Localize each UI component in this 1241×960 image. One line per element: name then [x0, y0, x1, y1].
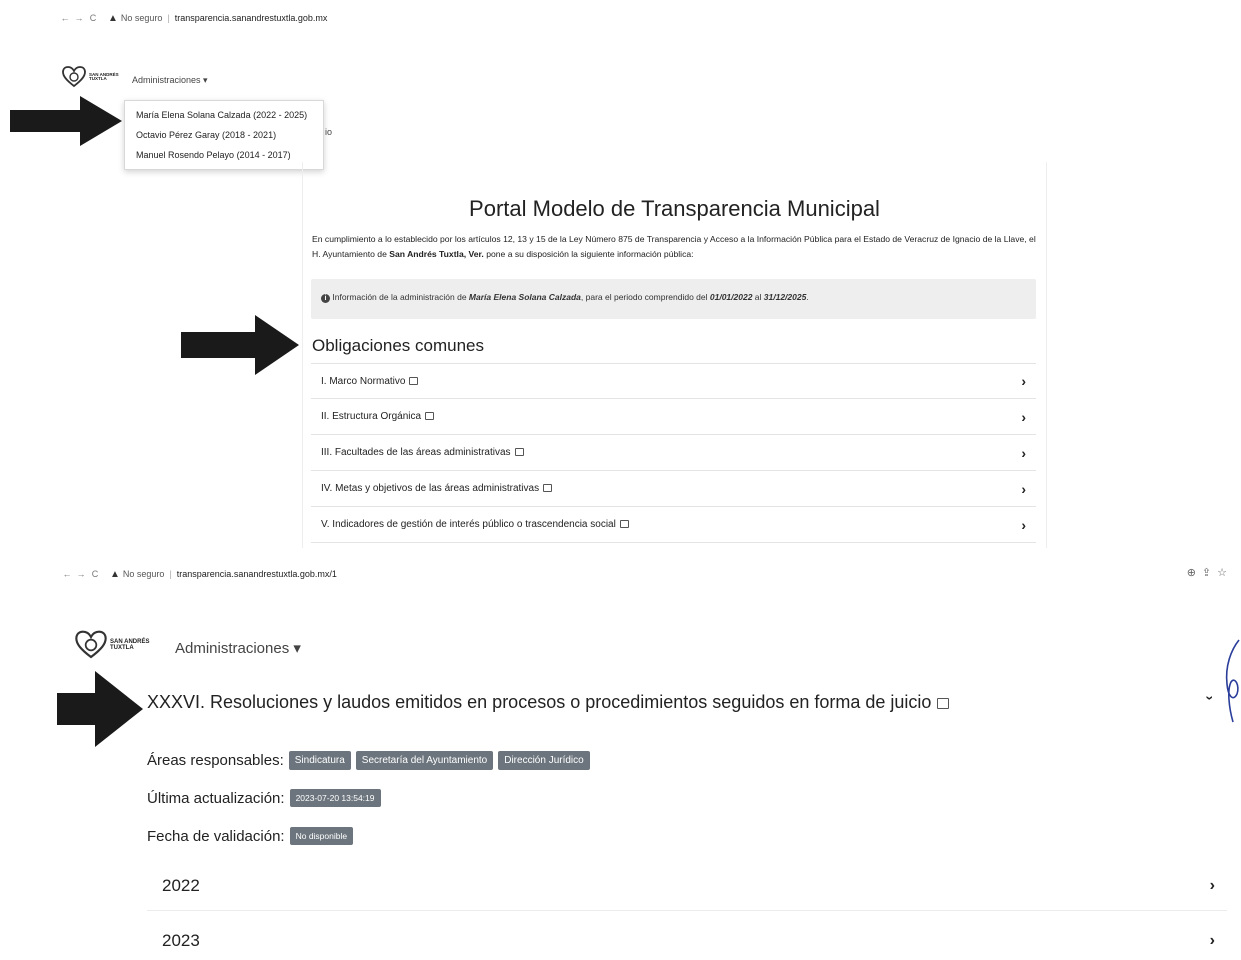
year-label: 2022 [162, 875, 200, 895]
browser-action-icons: ⊕⇪☆ [1187, 566, 1233, 579]
pointer-arrow-icon [10, 96, 122, 146]
url-separator: | [169, 569, 172, 579]
forward-icon[interactable]: → [74, 569, 88, 579]
area-badge: Secretaría del Ayuntamiento [355, 751, 494, 770]
chevron-right-icon: › [1021, 373, 1026, 389]
area-badge: Sindicatura [288, 751, 351, 770]
reload-icon[interactable]: C [86, 13, 100, 23]
external-link-icon [425, 412, 435, 420]
heart-logo-icon [62, 66, 86, 88]
star-icon[interactable]: ☆ [1217, 567, 1233, 579]
obligation-item[interactable]: I. Marco Normativo › [311, 363, 1036, 399]
obligations-heading: Obligaciones comunes [312, 336, 484, 355]
url-separator: | [167, 13, 170, 23]
administrations-dropdown-toggle[interactable]: Administraciones ▾ [132, 75, 208, 86]
updated-label: Última actualización: [147, 789, 285, 807]
site-logo[interactable]: SAN ANDRÉS TUXTLA [75, 630, 149, 660]
obligation-item[interactable]: III. Facultades de las áreas administrat… [311, 435, 1036, 471]
handwritten-signature [1225, 639, 1240, 723]
zoom-icon[interactable]: ⊕ [1187, 567, 1202, 579]
chevron-right-icon: › [1021, 408, 1026, 425]
chevron-right-icon: › [1021, 516, 1026, 533]
areas-field: Áreas responsables: Sindicatura Secretar… [147, 751, 590, 770]
warning-icon: ▲ [110, 568, 120, 580]
obligations-list: I. Marco Normativo › II. Estructura Orgán… [311, 363, 1036, 543]
obligation-item[interactable]: V. Indicadores de gestión de interés púb… [311, 507, 1036, 543]
behind-dropdown-text: io [325, 127, 333, 137]
url-text[interactable]: transparencia.sanandrestuxtla.gob.mx [175, 13, 328, 23]
chevron-down-icon[interactable]: › [1202, 696, 1218, 701]
insecure-label: No seguro [120, 13, 163, 23]
area-badge: Dirección Jurídico [498, 751, 590, 770]
chevron-right-icon: › [1021, 444, 1026, 461]
browser-address-bar-bottom: ← → C ▲ No seguro | transparencia.sanand… [60, 564, 337, 584]
page-title: Portal Modelo de Transparencia Municipal [469, 196, 880, 221]
dropdown-item-perez[interactable]: Octavio Pérez Garay (2018 - 2021) [125, 125, 323, 145]
section-title: XXXVI. Resoluciones y laudos emitidos en… [147, 692, 950, 713]
administrations-dropdown-toggle[interactable]: Administraciones ▾ [175, 639, 301, 657]
url-text[interactable]: transparencia.sanandrestuxtla.gob.mx/1 [177, 569, 337, 579]
insecure-label: No seguro [122, 569, 165, 579]
obligation-item[interactable]: II. Estructura Orgánica › [311, 399, 1036, 435]
info-circle-icon: i [321, 294, 330, 303]
obligation-item[interactable]: IV. Metas y objetivos de las áreas admin… [311, 471, 1036, 507]
updated-field: Última actualización: 2023-07-20 13:54:1… [147, 789, 381, 807]
dropdown-item-solana[interactable]: María Elena Solana Calzada (2022 - 2025) [125, 105, 323, 125]
chevron-right-icon: › [1209, 876, 1215, 894]
dropdown-item-rosendo[interactable]: Manuel Rosendo Pelayo (2014 - 2017) [125, 145, 323, 165]
validation-badge: No disponible [289, 827, 354, 845]
year-row[interactable]: 2022 › [147, 861, 1227, 911]
external-link-icon [514, 448, 524, 456]
pointer-arrow-icon [57, 671, 143, 747]
browser-address-bar-top: ← → C ▲ No seguro | transparencia.sanand… [58, 8, 328, 28]
updated-badge: 2023-07-20 13:54:19 [289, 789, 381, 807]
chevron-right-icon: › [1021, 480, 1026, 497]
logo-text-line2: TUXTLA [110, 645, 134, 651]
external-link-icon[interactable] [937, 698, 950, 709]
administration-info-box: i Información de la administración de Ma… [311, 279, 1036, 319]
back-icon[interactable]: ← [58, 13, 72, 23]
reload-icon[interactable]: C [88, 569, 102, 579]
pointer-arrow-icon [181, 315, 299, 375]
share-icon[interactable]: ⇪ [1202, 567, 1217, 579]
warning-icon: ▲ [108, 12, 118, 24]
logo-text-line2: TUXTLA [89, 76, 107, 81]
areas-label: Áreas responsables: [147, 752, 284, 769]
external-link-icon [543, 484, 553, 492]
forward-icon[interactable]: → [72, 13, 86, 23]
external-link-icon [409, 376, 419, 385]
year-label: 2023 [162, 931, 200, 950]
intro-paragraph: En cumplimiento a lo establecido por los… [312, 234, 1036, 259]
site-logo[interactable]: SAN ANDRÉS TUXTLA [62, 66, 119, 88]
heart-logo-icon [75, 630, 107, 659]
chevron-right-icon: › [1209, 932, 1215, 949]
year-row[interactable]: 2023 › [147, 916, 1227, 960]
validation-label: Fecha de validación: [147, 827, 285, 845]
validation-field: Fecha de validación: No disponible [147, 827, 354, 845]
back-icon[interactable]: ← [60, 569, 74, 579]
external-link-icon [619, 520, 629, 528]
administrations-dropdown-menu: María Elena Solana Calzada (2022 - 2025)… [124, 100, 324, 170]
